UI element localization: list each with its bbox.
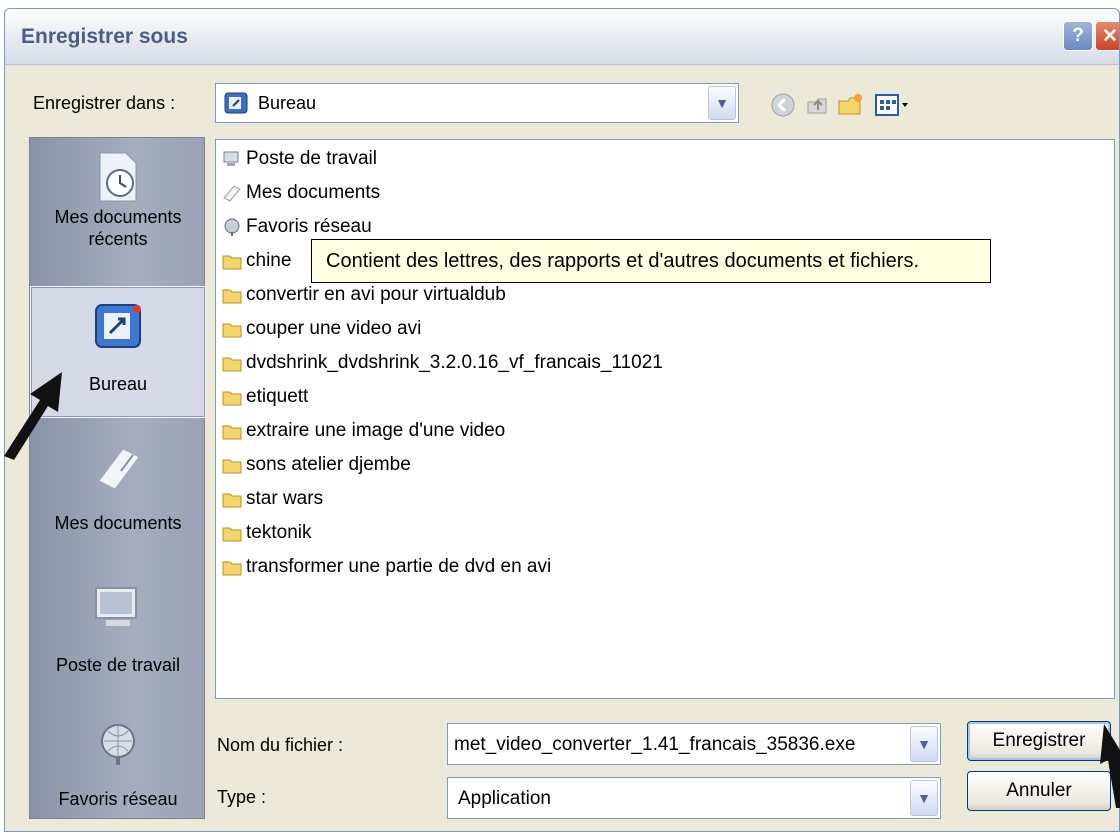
filename-label: Nom du fichier : bbox=[217, 735, 344, 755]
filename-field[interactable]: met_video_converter_1.41_francais_35836.… bbox=[447, 723, 941, 765]
list-item[interactable]: Poste de travail bbox=[222, 144, 377, 174]
list-item[interactable]: convertir en avi pour virtualdub bbox=[222, 280, 506, 310]
computer-icon bbox=[222, 150, 242, 168]
view-menu-icon[interactable] bbox=[873, 91, 913, 119]
folder-icon bbox=[222, 490, 242, 508]
place-label: Favoris réseau bbox=[58, 789, 178, 809]
list-item[interactable]: tektonik bbox=[222, 518, 311, 548]
up-folder-icon[interactable] bbox=[803, 91, 831, 119]
place-label: Mes documents bbox=[54, 513, 182, 533]
list-item[interactable]: transformer une partie de dvd en avi bbox=[222, 552, 551, 582]
file-name: tektonik bbox=[246, 522, 312, 543]
file-name: star wars bbox=[246, 488, 324, 509]
folder-icon bbox=[222, 558, 242, 576]
places-bar: Mes documents récents Bureau Mes documen… bbox=[29, 137, 206, 819]
network-places-icon bbox=[89, 716, 147, 774]
folder-icon bbox=[222, 320, 242, 338]
folder-icon bbox=[222, 524, 242, 542]
chevron-down-icon[interactable]: ▼ bbox=[910, 726, 938, 762]
my-documents-icon bbox=[89, 438, 147, 496]
file-name: etiquett bbox=[246, 386, 309, 407]
tooltip: Contient des lettres, des rapports et d'… bbox=[311, 239, 991, 283]
cancel-button[interactable]: Annuler bbox=[967, 771, 1111, 811]
file-list[interactable]: Poste de travail Mes documents Favoris r… bbox=[215, 139, 1115, 699]
file-name: sons atelier djembe bbox=[246, 454, 411, 475]
folder-icon bbox=[222, 252, 242, 270]
file-name: extraire une image d'une video bbox=[246, 420, 506, 441]
list-item[interactable]: etiquett bbox=[222, 382, 308, 412]
network-icon bbox=[222, 218, 242, 236]
recent-documents-icon bbox=[89, 148, 147, 206]
file-name: chine bbox=[246, 250, 292, 271]
title-bar[interactable]: Enregistrer sous ? ✕ bbox=[5, 9, 1119, 65]
dialog-title: Enregistrer sous bbox=[21, 25, 188, 48]
file-name: convertir en avi pour virtualdub bbox=[246, 284, 506, 305]
folder-icon bbox=[222, 388, 242, 406]
annotation-arrow-right-icon bbox=[1100, 724, 1120, 808]
filetype-select[interactable]: Application ▼ bbox=[447, 777, 941, 819]
folder-icon bbox=[222, 286, 242, 304]
filename-value: met_video_converter_1.41_francais_35836.… bbox=[454, 734, 856, 755]
file-name: dvdshrink_dvdshrink_3.2.0.16_vf_francais… bbox=[246, 352, 663, 373]
back-icon[interactable] bbox=[769, 91, 797, 119]
save-button[interactable]: Enregistrer bbox=[967, 721, 1111, 761]
list-item[interactable]: chine bbox=[222, 246, 291, 276]
place-network[interactable]: Favoris réseau bbox=[30, 716, 206, 816]
file-name: Favoris réseau bbox=[246, 216, 372, 237]
place-label: Mes documents bbox=[54, 207, 182, 227]
filetype-label: Type : bbox=[217, 787, 267, 807]
list-item[interactable]: star wars bbox=[222, 484, 323, 514]
file-name: Mes documents bbox=[246, 182, 381, 203]
save-in-value: Bureau bbox=[258, 93, 317, 113]
list-item[interactable]: couper une video avi bbox=[222, 314, 421, 344]
save-as-dialog: Enregistrer sous ? ✕ Enregistrer dans : … bbox=[4, 8, 1120, 832]
folder-icon bbox=[222, 354, 242, 372]
help-button[interactable]: ? bbox=[1063, 21, 1093, 51]
save-in-combo[interactable]: Bureau ▼ bbox=[215, 83, 739, 123]
filetype-value: Application bbox=[458, 788, 551, 809]
place-label: Poste de travail bbox=[55, 655, 181, 675]
file-name: Poste de travail bbox=[246, 148, 377, 169]
annotation-arrow-left-icon bbox=[4, 372, 62, 460]
chevron-down-icon[interactable]: ▼ bbox=[708, 86, 736, 120]
list-item[interactable]: Favoris réseau bbox=[222, 212, 372, 242]
place-label: récents bbox=[88, 229, 148, 249]
folder-icon bbox=[222, 422, 242, 440]
save-in-label: Enregistrer dans : bbox=[33, 93, 176, 113]
documents-icon bbox=[222, 184, 242, 202]
list-item[interactable]: extraire une image d'une video bbox=[222, 416, 505, 446]
desktop-small-icon bbox=[224, 91, 248, 115]
my-computer-icon bbox=[89, 578, 147, 636]
file-name: couper une video avi bbox=[246, 318, 422, 339]
place-recent-documents[interactable]: Mes documents récents bbox=[30, 148, 206, 278]
new-folder-icon[interactable] bbox=[837, 91, 865, 119]
close-button[interactable]: ✕ bbox=[1095, 21, 1119, 51]
list-item[interactable]: dvdshrink_dvdshrink_3.2.0.16_vf_francais… bbox=[222, 348, 663, 378]
place-my-computer[interactable]: Poste de travail bbox=[30, 578, 206, 690]
chevron-down-icon[interactable]: ▼ bbox=[910, 780, 938, 816]
desktop-icon bbox=[89, 297, 147, 355]
list-item[interactable]: sons atelier djembe bbox=[222, 450, 411, 480]
folder-icon bbox=[222, 456, 242, 474]
file-name: transformer une partie de dvd en avi bbox=[246, 556, 552, 577]
list-item[interactable]: Mes documents bbox=[222, 178, 380, 208]
